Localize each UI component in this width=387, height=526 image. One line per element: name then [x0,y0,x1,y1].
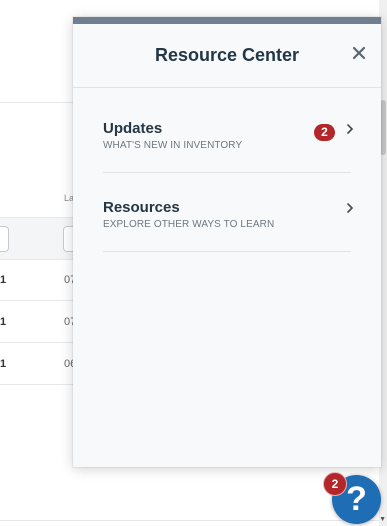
close-icon[interactable] [349,42,369,64]
filter-row [0,217,80,260]
table-cell: 1 [0,274,7,286]
table-cell: 1 [0,316,7,328]
panel-header: Resource Center [73,24,381,88]
scroll-down-icon[interactable]: ▼ [379,516,386,523]
filter-input[interactable] [0,226,9,252]
divider [0,102,73,103]
question-mark-icon: ? [346,480,367,518]
item-title: Resources [103,199,180,216]
item-subtitle: WHAT'S NEW IN INVENTORY [103,140,243,151]
resource-center-panel: Resource Center Updates WHAT'S NEW IN IN… [73,17,381,467]
notification-badge: 2 [323,472,347,496]
notification-badge: 2 [314,124,335,141]
table-cell: 1 [0,358,7,370]
item-title: Updates [103,120,163,137]
chevron-right-icon [346,201,354,219]
table-row[interactable]: 1 07 [0,300,80,343]
divider [0,520,387,521]
item-subtitle: EXPLORE OTHER WAYS TO LEARN [103,219,275,230]
resource-item-updates[interactable]: Updates WHAT'S NEW IN INVENTORY 2 [103,94,354,173]
table-row[interactable]: 1 07 [0,258,80,301]
table-row[interactable]: 1 06 [0,342,80,385]
chevron-right-icon [346,122,354,140]
resource-item-resources[interactable]: Resources EXPLORE OTHER WAYS TO LEARN [103,173,354,252]
panel-title: Resource Center [154,45,300,65]
